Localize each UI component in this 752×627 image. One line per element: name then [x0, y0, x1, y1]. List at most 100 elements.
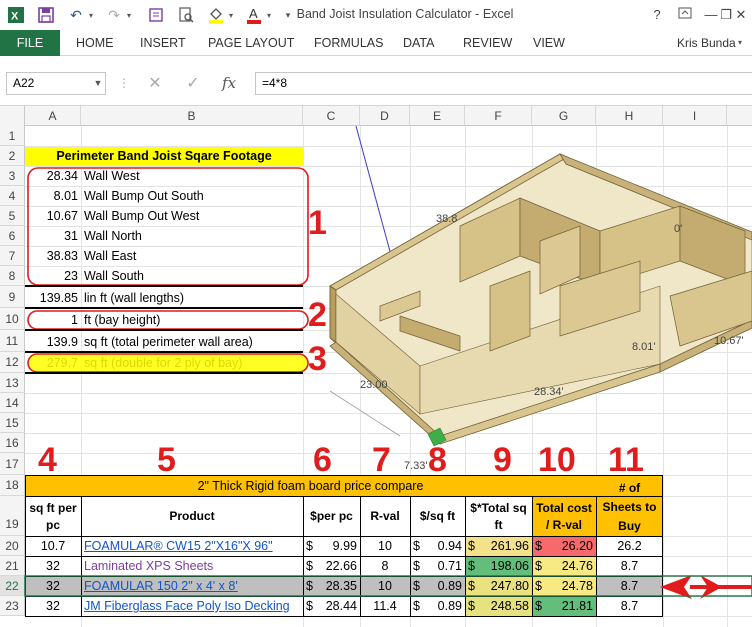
redo-dropdown-icon[interactable]: ▾	[124, 5, 134, 25]
column-header-g[interactable]: G	[532, 106, 596, 126]
wall-south-label[interactable]: Wall South	[81, 267, 303, 286]
row-header-7[interactable]: 7	[0, 246, 25, 266]
compare-row-3-cost-r[interactable]: $24.78	[532, 577, 596, 596]
double-area-value[interactable]: 279.7	[25, 353, 81, 373]
product-link[interactable]: FOAMULAR® CW15 2"X16"X 96"	[84, 539, 273, 553]
compare-row-2-product[interactable]: Laminated XPS Sheets	[81, 557, 303, 576]
compare-row-2-sheets[interactable]: 8.7	[596, 557, 663, 576]
undo-dropdown-icon[interactable]: ▾	[86, 5, 96, 25]
compare-row-4-psf[interactable]: $0.89	[410, 597, 465, 616]
compare-row-1-product[interactable]: FOAMULAR® CW15 2"X16"X 96"	[81, 537, 303, 556]
row-header-21[interactable]: 21	[0, 556, 25, 576]
compare-row-4-total[interactable]: $248.58	[465, 597, 532, 616]
help-button[interactable]: ?	[646, 5, 668, 25]
compare-row-4-rval[interactable]: 11.4	[360, 597, 410, 616]
ribbon-display-options-icon[interactable]	[674, 5, 696, 25]
compare-row-3-product[interactable]: FOAMULAR 150 2" x 4' x 8'	[81, 577, 303, 596]
lin-ft-label[interactable]: lin ft (wall lengths)	[81, 288, 303, 308]
row-header-6[interactable]: 6	[0, 226, 25, 246]
perimeter-header[interactable]: Perimeter Band Joist Sqare Footage	[25, 147, 303, 166]
tab-insert[interactable]: INSERT	[140, 30, 186, 56]
compare-row-3-total[interactable]: $247.80	[465, 577, 532, 596]
compare-row-1-price[interactable]: $9.99	[303, 537, 360, 556]
save-icon[interactable]	[36, 5, 56, 25]
column-header-a[interactable]: A	[25, 106, 81, 126]
row-header-18[interactable]: 18	[0, 475, 25, 496]
header-total-cost-r-val[interactable]: Total cost / R-val	[532, 497, 596, 536]
form-icon[interactable]	[146, 5, 166, 25]
tab-home[interactable]: HOME	[76, 30, 114, 56]
wall-bump-south-value[interactable]: 8.01	[25, 187, 81, 206]
wall-west-label[interactable]: Wall West	[81, 167, 303, 186]
compare-row-1-psf[interactable]: $0.94	[410, 537, 465, 556]
name-box-dropdown-icon[interactable]: ▼	[90, 72, 106, 95]
wall-south-value[interactable]: 23	[25, 267, 81, 286]
tab-file[interactable]: FILE	[0, 30, 60, 56]
compare-row-4-price[interactable]: $28.44	[303, 597, 360, 616]
column-header-h[interactable]: H	[596, 106, 663, 126]
wall-west-value[interactable]: 28.34	[25, 167, 81, 186]
row-header-9[interactable]: 9	[0, 286, 25, 308]
formula-bar-drag-handle-icon[interactable]: ⋮	[118, 72, 130, 95]
row-header-3[interactable]: 3	[0, 166, 25, 186]
wall-north-value[interactable]: 31	[25, 227, 81, 246]
compare-row-4-product[interactable]: JM Fiberglass Face Poly Iso Decking	[81, 597, 303, 616]
wall-bump-south-label[interactable]: Wall Bump Out South	[81, 187, 303, 206]
header-sheets-to-buy[interactable]: # of Sheets to Buy	[596, 476, 663, 536]
column-header-d[interactable]: D	[360, 106, 410, 126]
bay-height-label[interactable]: ft (bay height)	[81, 310, 303, 330]
bay-height-value[interactable]: 1	[25, 310, 81, 330]
select-all-corner[interactable]	[0, 106, 25, 126]
row-header-23[interactable]: 23	[0, 596, 25, 616]
column-header-f[interactable]: F	[465, 106, 532, 126]
tab-review[interactable]: REVIEW	[463, 30, 512, 56]
compare-row-2-rval[interactable]: 8	[360, 557, 410, 576]
compare-row-3-psf[interactable]: $0.89	[410, 577, 465, 596]
wall-north-label[interactable]: Wall North	[81, 227, 303, 246]
user-dropdown-icon[interactable]: ▾	[738, 30, 742, 56]
redo-icon[interactable]: ↷	[104, 5, 124, 25]
compare-row-2-sqft[interactable]: 32	[25, 557, 81, 576]
row-header-20[interactable]: 20	[0, 536, 25, 556]
row-header-15[interactable]: 15	[0, 413, 25, 433]
wall-east-value[interactable]: 38.83	[25, 247, 81, 266]
row-header-8[interactable]: 8	[0, 266, 25, 286]
row-header-13[interactable]: 13	[0, 373, 25, 393]
compare-row-4-sqft[interactable]: 32	[25, 597, 81, 616]
row-header-10[interactable]: 10	[0, 308, 25, 330]
header-price-per-sqft[interactable]: $/sq ft	[410, 497, 465, 536]
lin-ft-value[interactable]: 139.85	[25, 288, 81, 308]
row-header-14[interactable]: 14	[0, 393, 25, 413]
compare-row-2-cost-r[interactable]: $24.76	[532, 557, 596, 576]
compare-row-2-psf[interactable]: $0.71	[410, 557, 465, 576]
row-header-1[interactable]: 1	[0, 126, 25, 146]
row-header-5[interactable]: 5	[0, 206, 25, 226]
row-header-4[interactable]: 4	[0, 186, 25, 206]
header-product[interactable]: Product	[81, 497, 303, 536]
tab-view[interactable]: VIEW	[533, 30, 565, 56]
tab-data[interactable]: DATA	[403, 30, 434, 56]
product-link[interactable]: FOAMULAR 150 2" x 4' x 8'	[84, 579, 238, 593]
compare-row-3-price[interactable]: $28.35	[303, 577, 360, 596]
column-header-b[interactable]: B	[81, 106, 303, 126]
print-preview-icon[interactable]	[176, 5, 196, 25]
compare-title[interactable]: 2" Thick Rigid foam board price compare	[25, 476, 596, 496]
total-area-value[interactable]: 139.9	[25, 332, 81, 352]
tab-page-layout[interactable]: PAGE LAYOUT	[208, 30, 294, 56]
row-header-16[interactable]: 16	[0, 433, 25, 453]
header-total-sqft[interactable]: $*Total sq ft	[465, 497, 532, 536]
wall-bump-west-label[interactable]: Wall Bump Out West	[81, 207, 303, 226]
worksheet-grid[interactable]: A B C D E F G H I 1 2 3 4 5 6 7 8 9 10 1…	[0, 106, 752, 627]
compare-row-2-total[interactable]: $198.06	[465, 557, 532, 576]
row-header-22[interactable]: 22	[0, 576, 25, 596]
fill-color-icon[interactable]	[206, 5, 226, 25]
compare-row-3-sheets[interactable]: 8.7	[596, 577, 663, 596]
compare-row-3-sqft[interactable]: 32	[25, 577, 81, 596]
row-header-12[interactable]: 12	[0, 352, 25, 373]
wall-bump-west-value[interactable]: 10.67	[25, 207, 81, 226]
compare-row-3-rval[interactable]: 10	[360, 577, 410, 596]
compare-row-1-rval[interactable]: 10	[360, 537, 410, 556]
compare-row-4-cost-r[interactable]: $21.81	[532, 597, 596, 616]
tab-formulas[interactable]: FORMULAS	[314, 30, 383, 56]
compare-row-1-sheets[interactable]: 26.2	[596, 537, 663, 556]
